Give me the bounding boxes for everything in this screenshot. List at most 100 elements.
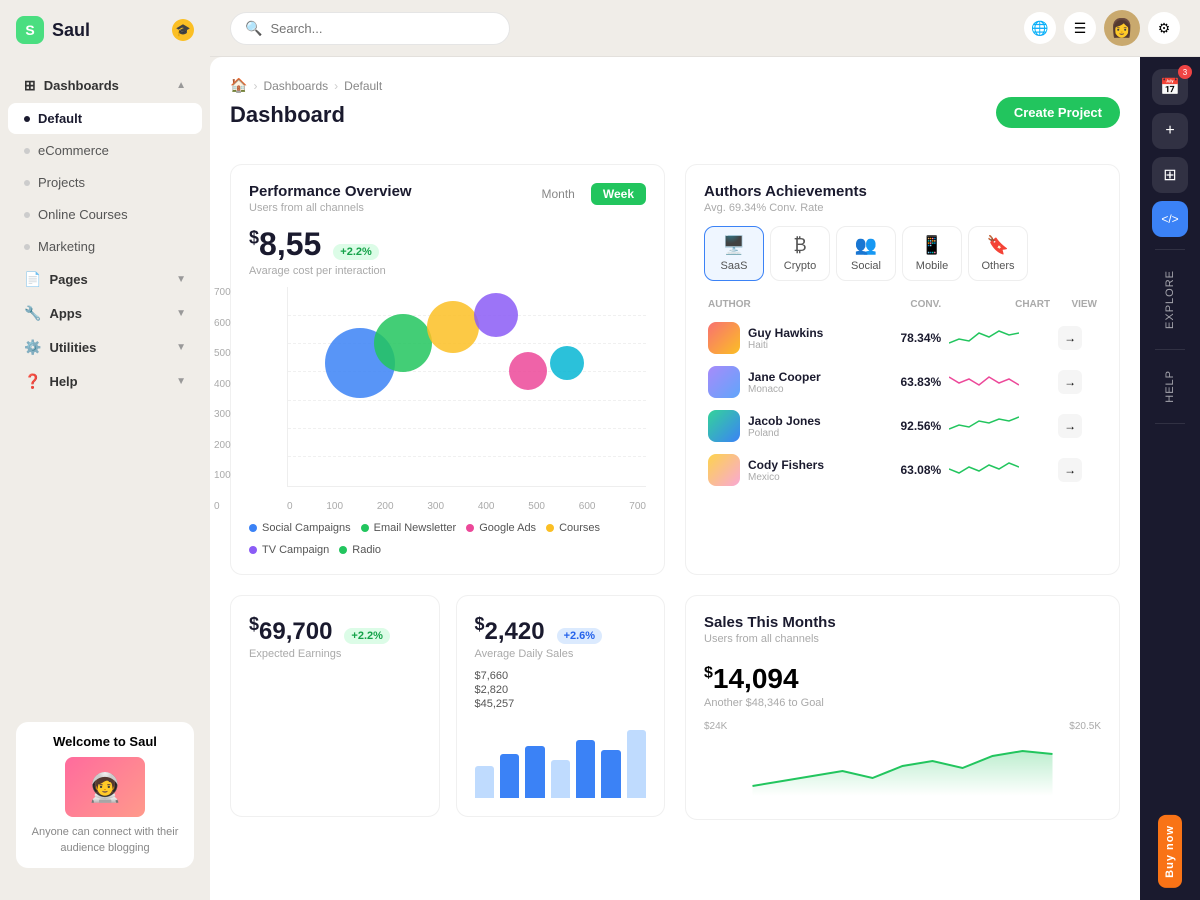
sidebar-item-online-courses[interactable]: Online Courses <box>8 199 202 230</box>
apps-icon: 🔧 <box>24 305 41 322</box>
author-tab-social[interactable]: 👥 Social <box>836 226 896 281</box>
legend-dot <box>466 524 474 532</box>
sidebar-bottom: Welcome to Saul 🧑‍🚀 Anyone can connect w… <box>0 706 210 884</box>
search-box[interactable]: 🔍 <box>230 12 510 45</box>
legend-tv: TV Campaign <box>249 544 329 556</box>
settings-icon[interactable]: ⚙ <box>1148 12 1180 44</box>
search-input[interactable] <box>270 21 495 36</box>
view-button-3[interactable]: → <box>1058 414 1082 438</box>
y-label: $20.5K <box>1069 721 1101 732</box>
author-info: Cody Fishers Mexico <box>708 454 873 486</box>
breadcrumb-home[interactable]: 🏠 <box>230 77 247 94</box>
sidebar-item-projects[interactable]: Projects <box>8 167 202 198</box>
sales-row-3: $45,257 <box>475 698 647 710</box>
earnings-value: $69,700 <box>249 614 332 646</box>
add-icon[interactable]: + <box>1152 113 1188 149</box>
sidebar-item-label: Utilities <box>49 340 96 355</box>
main-area: 🔍 🌐 ☰ 👩 ⚙ 🏠 › Dashboards › Default <box>210 0 1200 900</box>
bar <box>601 750 620 798</box>
author-tab-saas[interactable]: 🖥️ SaaS <box>704 226 764 281</box>
performance-subtitle: Users from all channels <box>249 202 412 214</box>
tab-week[interactable]: Week <box>591 183 646 205</box>
y-axis-labels: 700 600 500 400 300 200 100 0 <box>214 287 231 512</box>
sidebar: S Saul 🎓 ⊞ Dashboards ▲ Default eCommerc… <box>0 0 210 900</box>
author-avatar <box>708 322 740 354</box>
sidebar-item-default[interactable]: Default <box>8 103 202 134</box>
legend-label: TV Campaign <box>262 544 329 556</box>
breadcrumb-section[interactable]: Dashboards <box>263 79 328 93</box>
sidebar-item-apps[interactable]: 🔧 Apps ▼ <box>8 297 202 330</box>
view-button-1[interactable]: → <box>1058 326 1082 350</box>
sidebar-item-pages[interactable]: 📄 Pages ▼ <box>8 263 202 296</box>
notifications-icon[interactable]: 🌐 <box>1024 12 1056 44</box>
legend-dot <box>249 546 257 554</box>
earnings-badge: +2.2% <box>344 628 390 644</box>
author-conv: 92.56% <box>877 404 945 448</box>
bubble-3 <box>427 301 479 353</box>
legend-label: Email Newsletter <box>374 522 457 534</box>
astronaut-image: 🧑‍🚀 <box>65 757 145 817</box>
author-tab-mobile[interactable]: 📱 Mobile <box>902 226 962 281</box>
chevron-icon: ▼ <box>176 274 186 285</box>
legend-google: Google Ads <box>466 522 536 534</box>
explore-label[interactable]: Explore <box>1164 262 1176 337</box>
divider <box>1155 423 1185 424</box>
create-project-button[interactable]: Create Project <box>996 97 1120 128</box>
sidebar-item-help[interactable]: ❓ Help ▼ <box>8 365 202 398</box>
authors-subtitle: Avg. 69.34% Conv. Rate <box>704 202 867 214</box>
daily-sales-rows: $7,660 $2,820 $45,257 <box>475 670 647 710</box>
nav-dot <box>24 212 30 218</box>
author-tab-crypto[interactable]: ₿ Crypto <box>770 226 830 281</box>
bubble-4 <box>474 293 518 337</box>
y-label: $24K <box>704 721 727 732</box>
author-name: Cody Fishers <box>748 458 824 472</box>
bottom-left: $69,700 +2.2% Expected Earnings $2,420 <box>230 595 665 820</box>
breadcrumb-page: Default <box>344 79 382 93</box>
performance-title: Performance Overview <box>249 183 412 200</box>
divider <box>1155 249 1185 250</box>
sales-month-card: Sales This Months Users from all channel… <box>685 595 1120 820</box>
bar <box>576 740 595 798</box>
author-location: Haiti <box>748 340 823 351</box>
sidebar-item-dashboards[interactable]: ⊞ Dashboards ▲ <box>8 69 202 102</box>
sidebar-item-ecommerce[interactable]: eCommerce <box>8 135 202 166</box>
bubble-5 <box>509 352 547 390</box>
grid-icon[interactable]: ⊞ <box>1152 157 1188 193</box>
help-label[interactable]: Help <box>1164 362 1176 411</box>
menu-icon[interactable]: ☰ <box>1064 12 1096 44</box>
author-conv: 78.34% <box>877 316 945 360</box>
sales-y-labels: $24K $20.5K <box>704 721 1101 732</box>
sidebar-item-label: eCommerce <box>38 143 109 158</box>
tab-month[interactable]: Month <box>530 183 587 205</box>
calendar-icon[interactable]: 📅 3 <box>1152 69 1188 105</box>
grid-line <box>288 428 646 429</box>
content-main: 🏠 › Dashboards › Default Dashboard Creat… <box>210 57 1140 900</box>
view-button-2[interactable]: → <box>1058 370 1082 394</box>
user-avatar[interactable]: 👩 <box>1104 10 1140 46</box>
sidebar-item-marketing[interactable]: Marketing <box>8 231 202 262</box>
performance-value: $8,55 <box>249 226 321 263</box>
performance-label: Avarage cost per interaction <box>249 265 646 277</box>
nav-section: ⊞ Dashboards ▲ Default eCommerce Project… <box>0 64 210 403</box>
code-icon[interactable]: </> <box>1152 201 1188 237</box>
sales-row-1: $7,660 <box>475 670 647 682</box>
grid-icon: ⊞ <box>24 77 36 94</box>
daily-sales-value-row: $2,420 +2.6% <box>475 614 647 646</box>
grid-line <box>288 400 646 401</box>
author-name: Jane Cooper <box>748 370 821 384</box>
sidebar-item-utilities[interactable]: ⚙️ Utilities ▼ <box>8 331 202 364</box>
view-button-4[interactable]: → <box>1058 458 1082 482</box>
legend-dot <box>339 546 347 554</box>
tab-label: Mobile <box>916 260 948 272</box>
nav-dot <box>24 244 30 250</box>
sales-month-title: Sales This Months <box>704 614 836 631</box>
bubble-chart <box>287 287 646 487</box>
sales-chart <box>704 736 1101 796</box>
stats-cards: $69,700 +2.2% Expected Earnings $2,420 <box>230 595 665 817</box>
sidebar-item-label: Help <box>49 374 77 389</box>
buy-now-button[interactable]: Buy now <box>1158 815 1182 888</box>
page-title: Dashboard <box>230 102 382 128</box>
author-tab-others[interactable]: 🔖 Others <box>968 226 1028 281</box>
divider <box>1155 349 1185 350</box>
saas-icon: 🖥️ <box>723 235 745 256</box>
